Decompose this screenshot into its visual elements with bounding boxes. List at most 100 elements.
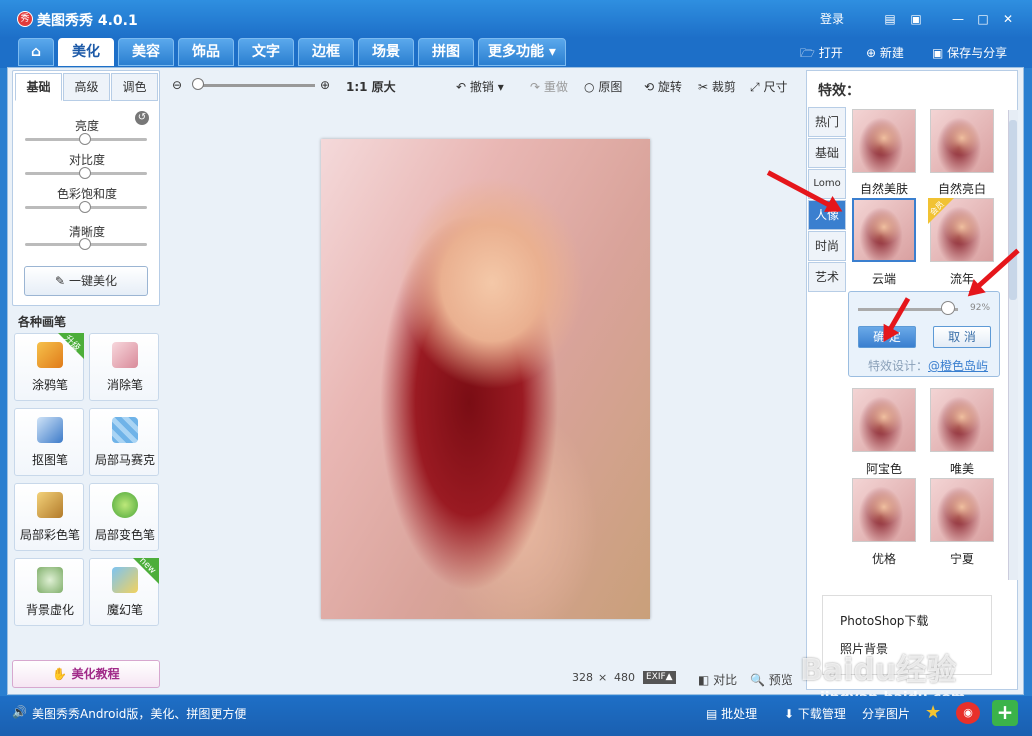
- brush-mosaic[interactable]: 局部马赛克: [89, 408, 159, 476]
- maximize-icon[interactable]: □: [975, 11, 991, 27]
- home-tab[interactable]: ⌂: [18, 38, 54, 66]
- brush-label: 局部彩色笔: [19, 528, 80, 542]
- brush-cutout[interactable]: 抠图笔: [14, 408, 84, 476]
- category-art[interactable]: 艺术: [808, 262, 846, 292]
- category-basic[interactable]: 基础: [808, 138, 846, 168]
- rotate-button[interactable]: ⟲ 旋转: [644, 78, 682, 95]
- minimize-icon[interactable]: —: [950, 11, 966, 27]
- effect-thumb-yoge[interactable]: [852, 478, 916, 542]
- exif-button[interactable]: EXIF▲: [643, 671, 676, 684]
- weibo-icon[interactable]: ◉: [956, 702, 980, 724]
- effects-scrollbar-thumb[interactable]: [1009, 120, 1017, 300]
- subtab-color[interactable]: 调色: [111, 73, 158, 101]
- tab-text[interactable]: 文字: [238, 38, 294, 66]
- save-icon: ▣: [932, 46, 944, 60]
- brightness-label: 亮度: [74, 119, 99, 133]
- star-icon[interactable]: ★: [925, 702, 947, 724]
- home-icon: ⌂: [30, 44, 42, 60]
- crop-button[interactable]: ✂ 裁剪: [698, 78, 736, 95]
- undo-button[interactable]: ↶ 撤销 ▾: [456, 78, 504, 95]
- app-logo-icon: 秀: [17, 11, 33, 27]
- sharpness-knob[interactable]: [79, 238, 91, 250]
- saturation-knob[interactable]: [79, 201, 91, 213]
- brush-label: 魔幻笔: [106, 603, 143, 617]
- batch-button[interactable]: ▤ 批处理: [706, 705, 757, 722]
- zoom-original-button[interactable]: 1:1 原大: [346, 78, 396, 95]
- blur-icon: [37, 567, 63, 593]
- zoom-slider[interactable]: [195, 84, 315, 87]
- brush-label: 抠图笔: [31, 453, 68, 467]
- original-button[interactable]: ○ 原图: [584, 78, 622, 95]
- subtab-advanced[interactable]: 高级: [63, 73, 110, 101]
- ad-link-photoshop[interactable]: PhotoShop下载: [840, 612, 928, 629]
- open-button[interactable]: 🗁 打开: [800, 44, 843, 65]
- effect-thumb-dreamy[interactable]: [930, 388, 994, 452]
- promo-text[interactable]: 美图秀秀Android版，美化、拼图更方便: [32, 705, 246, 722]
- brightness-knob[interactable]: [79, 133, 91, 145]
- login-link[interactable]: 登录: [820, 10, 844, 27]
- new-button[interactable]: ⊕ 新建: [866, 44, 904, 61]
- download-icon: ⬇: [784, 707, 795, 721]
- add-icon[interactable]: +: [992, 700, 1018, 726]
- hand-icon: ✋: [52, 667, 68, 681]
- tab-scene[interactable]: 场景: [358, 38, 414, 66]
- image-width: 328: [572, 671, 593, 684]
- effect-thumb-cloud[interactable]: [852, 198, 916, 262]
- credit-link[interactable]: @橙色岛屿: [928, 359, 988, 373]
- category-hot[interactable]: 热门: [808, 107, 846, 137]
- close-icon[interactable]: ✕: [1000, 11, 1016, 27]
- zoom-knob[interactable]: [192, 78, 204, 90]
- zoom-out-icon[interactable]: ⊖: [172, 78, 182, 92]
- effect-thumb-ningxia[interactable]: [930, 478, 994, 542]
- tab-collage[interactable]: 拼图: [418, 38, 474, 66]
- brushes-heading: 各种画笔: [18, 315, 67, 329]
- effect-label: 阿宝色: [865, 462, 902, 476]
- zoom-in-icon[interactable]: ⊕: [320, 78, 330, 92]
- preview-label: 预览: [768, 673, 793, 687]
- brush-doodle[interactable]: 升级 涂鸦笔: [14, 333, 84, 401]
- tab-more[interactable]: 更多功能 ▾: [478, 38, 566, 66]
- mosaic-icon: [112, 417, 138, 443]
- skin-icon[interactable]: ▣: [908, 11, 924, 27]
- redo-icon: ↷: [530, 80, 541, 94]
- feedback-icon[interactable]: ▤: [882, 11, 898, 27]
- speaker-icon: 🔊: [12, 705, 27, 719]
- brush-magic[interactable]: new 魔幻笔: [89, 556, 159, 626]
- app-title: 美图秀秀 4.0.1: [37, 13, 138, 29]
- tutorial-button[interactable]: ✋ 美化教程: [12, 660, 160, 688]
- intensity-value: 92%: [970, 303, 991, 313]
- download-manager-button[interactable]: ⬇ 下载管理: [784, 705, 846, 722]
- compare-button[interactable]: ◧ 对比: [698, 671, 737, 688]
- brush-eraser[interactable]: 消除笔: [89, 333, 159, 401]
- brush-local-color[interactable]: 局部彩色笔: [14, 483, 84, 551]
- scissors-icon: ✂: [698, 80, 709, 94]
- subtab-basic[interactable]: 基础: [15, 73, 62, 101]
- tab-beautify[interactable]: 美化: [58, 38, 114, 66]
- effect-credit: 特效设计：@橙色岛屿: [868, 357, 988, 374]
- redo-button[interactable]: ↷ 重做: [530, 78, 568, 95]
- circle-icon: ○: [584, 80, 595, 94]
- undo-label: 撤销: [469, 80, 494, 94]
- tab-frame[interactable]: 边框: [298, 38, 354, 66]
- effect-thumb-abao[interactable]: [852, 388, 916, 452]
- save-share-button[interactable]: ▣ 保存与分享: [932, 44, 1007, 61]
- cancel-button[interactable]: 取 消: [933, 326, 991, 348]
- intensity-knob[interactable]: [941, 301, 955, 315]
- contrast-knob[interactable]: [79, 167, 91, 179]
- contrast-label: 对比度: [68, 153, 105, 167]
- tab-accessories[interactable]: 饰品: [178, 38, 234, 66]
- preview-button[interactable]: 🔍 预览: [750, 671, 793, 688]
- effect-thumb-natural-skin[interactable]: [852, 109, 916, 173]
- category-fashion[interactable]: 时尚: [808, 231, 846, 261]
- effect-thumb-natural-white[interactable]: [930, 109, 994, 173]
- brush-label: 涂鸦笔: [31, 378, 68, 392]
- one-click-beautify-button[interactable]: ✎ 一键美化: [24, 266, 148, 296]
- brush-label: 局部马赛克: [94, 453, 155, 467]
- tab-beauty[interactable]: 美容: [118, 38, 174, 66]
- brush-color-change[interactable]: 局部变色笔: [89, 483, 159, 551]
- brush-background-blur[interactable]: 背景虚化: [14, 558, 84, 626]
- resize-button[interactable]: ⤢ 尺寸: [750, 78, 787, 95]
- effect-label: 自然亮白: [937, 182, 986, 196]
- plus-circle-icon: ⊕: [866, 46, 877, 60]
- share-image-button[interactable]: 分享图片: [862, 705, 910, 722]
